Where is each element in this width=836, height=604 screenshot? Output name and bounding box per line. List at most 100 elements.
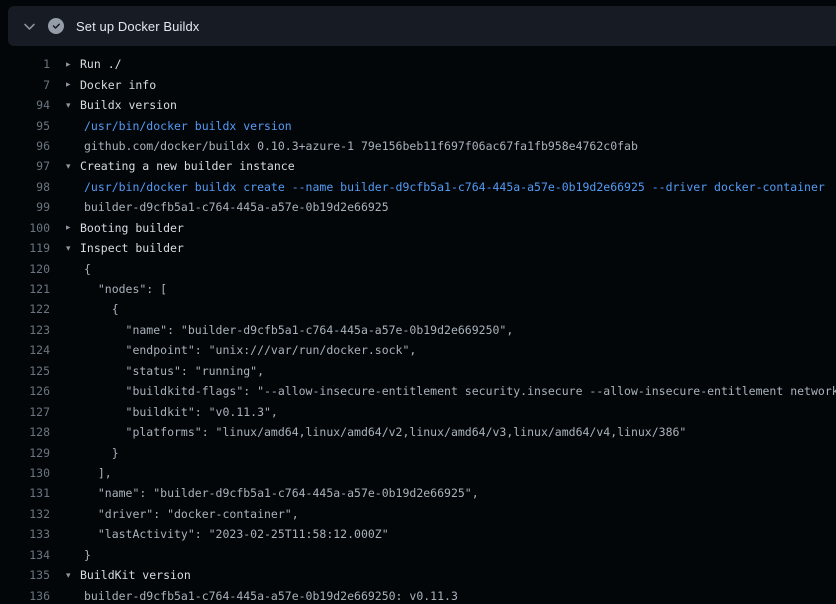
line-number[interactable]: 133 — [0, 527, 50, 541]
log-line: 127 "buildkit": "v0.11.3", — [0, 401, 836, 421]
line-number[interactable]: 96 — [0, 139, 50, 153]
log-line: 136 builder-d9cfb5a1-c764-445a-a57e-0b19… — [0, 585, 836, 604]
log-line: 97 ▼Creating a new builder instance — [0, 156, 836, 176]
log-line-text: Creating a new builder instance — [80, 159, 295, 173]
log-line-text: BuildKit version — [80, 568, 191, 582]
log-line: 130 ], — [0, 463, 836, 483]
log-group-toggle[interactable]: ▼Buildx version — [66, 98, 177, 112]
log-line: 128 "platforms": "linux/amd64,linux/amd6… — [0, 422, 836, 442]
collapse-step-button[interactable] — [18, 15, 40, 37]
group-expanded-arrow-icon: ▼ — [66, 570, 80, 579]
group-collapsed-arrow-icon: ▶ — [66, 223, 80, 232]
log-viewer: 1 ▶Run ./ 7 ▶Docker info 94 ▼Buildx vers… — [0, 46, 836, 604]
log-line-text: Docker info — [80, 78, 156, 92]
line-number[interactable]: 119 — [0, 241, 50, 255]
log-line-text: Inspect builder — [80, 241, 184, 255]
check-circle-icon — [48, 18, 64, 34]
log-line-text: /usr/bin/docker buildx create --name bui… — [84, 180, 825, 194]
line-number[interactable]: 127 — [0, 405, 50, 419]
log-line: 131 "name": "builder-d9cfb5a1-c764-445a-… — [0, 483, 836, 503]
step-title: Set up Docker Buildx — [76, 19, 199, 34]
log-line: 129 } — [0, 442, 836, 462]
log-line: 125 "status": "running", — [0, 361, 836, 381]
line-number[interactable]: 125 — [0, 364, 50, 378]
log-line-text: "lastActivity": "2023-02-25T11:58:12.000… — [84, 527, 389, 541]
line-number[interactable]: 123 — [0, 323, 50, 337]
line-number[interactable]: 132 — [0, 507, 50, 521]
log-line: 135 ▼BuildKit version — [0, 565, 836, 585]
log-line: 134 } — [0, 545, 836, 565]
line-number[interactable]: 97 — [0, 159, 50, 173]
log-line-text: "endpoint": "unix:///var/run/docker.sock… — [84, 343, 416, 357]
group-expanded-arrow-icon: ▼ — [66, 243, 80, 252]
log-line-text: Buildx version — [80, 98, 177, 112]
line-number[interactable]: 124 — [0, 343, 50, 357]
log-line-text: /usr/bin/docker buildx version — [84, 119, 292, 133]
log-line: 124 "endpoint": "unix:///var/run/docker.… — [0, 340, 836, 360]
log-line: 95 /usr/bin/docker buildx version — [0, 115, 836, 135]
line-number[interactable]: 94 — [0, 98, 50, 112]
log-line: 119 ▼Inspect builder — [0, 238, 836, 258]
line-number[interactable]: 134 — [0, 548, 50, 562]
line-number[interactable]: 129 — [0, 446, 50, 460]
log-line-text: } — [84, 446, 119, 460]
log-group-toggle[interactable]: ▶Run ./ — [66, 57, 122, 71]
log-line-text: } — [84, 548, 91, 562]
log-line: 98 /usr/bin/docker buildx create --name … — [0, 177, 836, 197]
line-number[interactable]: 120 — [0, 262, 50, 276]
line-number[interactable]: 7 — [0, 78, 50, 92]
log-line-text: "platforms": "linux/amd64,linux/amd64/v2… — [84, 425, 686, 439]
step-header[interactable]: Set up Docker Buildx — [8, 6, 836, 46]
log-line: 96 github.com/docker/buildx 0.10.3+azure… — [0, 136, 836, 156]
log-line-text: "name": "builder-d9cfb5a1-c764-445a-a57e… — [84, 486, 479, 500]
log-group-toggle[interactable]: ▼Creating a new builder instance — [66, 159, 295, 173]
log-line-text: ], — [84, 466, 112, 480]
line-number[interactable]: 136 — [0, 589, 50, 603]
log-line: 7 ▶Docker info — [0, 74, 836, 94]
log-line: 132 "driver": "docker-container", — [0, 504, 836, 524]
line-number[interactable]: 122 — [0, 302, 50, 316]
line-number[interactable]: 130 — [0, 466, 50, 480]
log-line-text: Booting builder — [80, 221, 184, 235]
log-line-text: "buildkitd-flags": "--allow-insecure-ent… — [84, 384, 836, 398]
group-expanded-arrow-icon: ▼ — [66, 100, 80, 109]
log-group-toggle[interactable]: ▶Docker info — [66, 78, 156, 92]
line-number[interactable]: 121 — [0, 282, 50, 296]
line-number[interactable]: 126 — [0, 384, 50, 398]
log-group-toggle[interactable]: ▼Inspect builder — [66, 241, 184, 255]
log-line-text: "driver": "docker-container", — [84, 507, 299, 521]
log-line-text: Run ./ — [80, 57, 122, 71]
log-line: 121 "nodes": [ — [0, 279, 836, 299]
log-line-text: "name": "builder-d9cfb5a1-c764-445a-a57e… — [84, 323, 513, 337]
line-number[interactable]: 100 — [0, 221, 50, 235]
line-number[interactable]: 128 — [0, 425, 50, 439]
line-number[interactable]: 98 — [0, 180, 50, 194]
log-line: 123 "name": "builder-d9cfb5a1-c764-445a-… — [0, 320, 836, 340]
log-line-text: builder-d9cfb5a1-c764-445a-a57e-0b19d2e6… — [84, 200, 389, 214]
log-line-text: "status": "running", — [84, 364, 264, 378]
line-number[interactable]: 131 — [0, 486, 50, 500]
line-number[interactable]: 99 — [0, 200, 50, 214]
log-line: 100 ▶Booting builder — [0, 218, 836, 238]
line-number[interactable]: 135 — [0, 568, 50, 582]
log-line: 99 builder-d9cfb5a1-c764-445a-a57e-0b19d… — [0, 197, 836, 217]
group-collapsed-arrow-icon: ▶ — [66, 59, 80, 68]
group-collapsed-arrow-icon: ▶ — [66, 80, 80, 89]
log-line-text: { — [84, 262, 91, 276]
log-group-toggle[interactable]: ▼BuildKit version — [66, 568, 191, 582]
log-line-text: github.com/docker/buildx 0.10.3+azure-1 … — [84, 139, 638, 153]
group-expanded-arrow-icon: ▼ — [66, 161, 80, 170]
log-line: 120 { — [0, 258, 836, 278]
chevron-down-icon — [22, 19, 37, 34]
log-group-toggle[interactable]: ▶Booting builder — [66, 221, 184, 235]
log-line-text: "buildkit": "v0.11.3", — [84, 405, 278, 419]
log-line-text: builder-d9cfb5a1-c764-445a-a57e-0b19d2e6… — [84, 589, 458, 603]
log-line: 1 ▶Run ./ — [0, 54, 836, 74]
log-line: 133 "lastActivity": "2023-02-25T11:58:12… — [0, 524, 836, 544]
log-line: 126 "buildkitd-flags": "--allow-insecure… — [0, 381, 836, 401]
line-number[interactable]: 1 — [0, 57, 50, 71]
log-line-text: { — [84, 302, 119, 316]
line-number[interactable]: 95 — [0, 119, 50, 133]
log-line: 94 ▼Buildx version — [0, 95, 836, 115]
log-line-text: "nodes": [ — [84, 282, 167, 296]
